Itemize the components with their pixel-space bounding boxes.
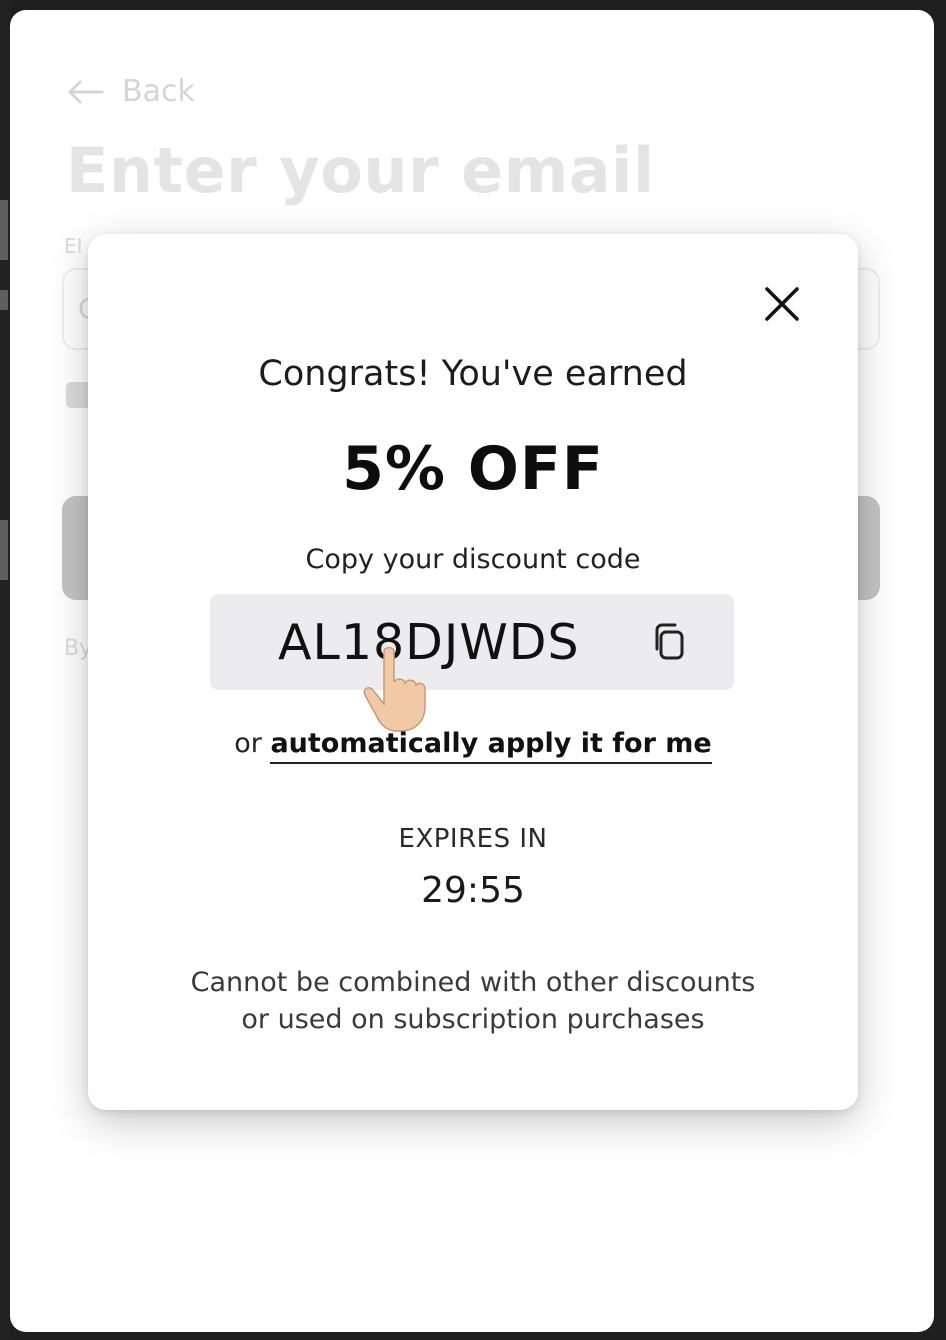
auto-apply-prefix: or	[234, 728, 262, 759]
countdown-timer: 29:55	[421, 870, 525, 911]
app-window: Back Enter your email EI C By Congrats! …	[10, 10, 934, 1332]
edge-mark	[0, 290, 8, 310]
email-field-label: EI	[64, 234, 83, 258]
back-label: Back	[122, 74, 195, 109]
left-edge-strip	[0, 0, 10, 1340]
discount-code: AL18DJWDS	[278, 614, 580, 671]
back-link[interactable]: Back	[66, 74, 195, 109]
auto-apply-line: or automatically apply it for me	[88, 728, 858, 764]
copy-code-label: Copy your discount code	[305, 544, 641, 575]
close-button[interactable]	[760, 284, 804, 328]
discount-amount: 5% OFF	[342, 434, 604, 504]
auto-apply-link[interactable]: automatically apply it for me	[270, 728, 712, 764]
disclaimer-text: Cannot be combined with other discounts …	[88, 964, 858, 1038]
close-icon	[764, 286, 800, 326]
edge-mark	[0, 520, 8, 580]
congrats-text: Congrats! You've earned	[258, 354, 688, 394]
disclaimer-line: or used on subscription purchases	[241, 1004, 705, 1035]
page-title: Enter your email	[66, 134, 655, 207]
expires-label: EXPIRES IN	[398, 824, 548, 854]
disclaimer-line: Cannot be combined with other discounts	[190, 967, 756, 998]
copy-icon[interactable]	[648, 620, 692, 664]
arrow-left-icon	[66, 79, 104, 105]
discount-code-box[interactable]: AL18DJWDS	[210, 594, 734, 690]
edge-mark	[0, 200, 8, 260]
discount-modal: Congrats! You've earned 5% OFF Copy your…	[88, 234, 858, 1110]
